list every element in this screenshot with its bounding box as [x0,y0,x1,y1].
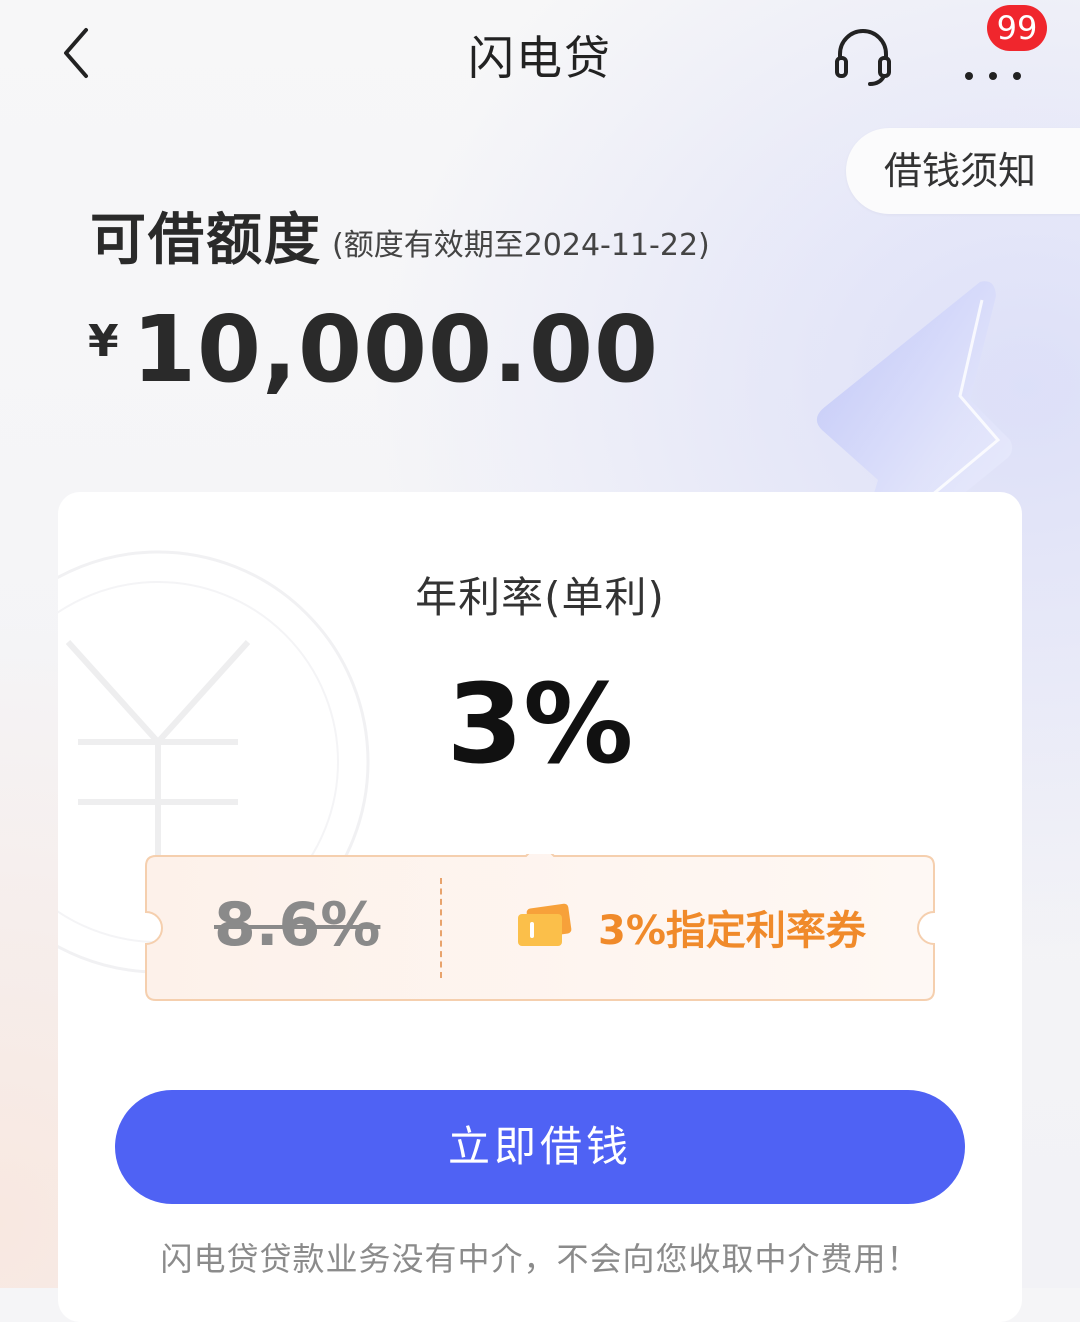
back-button[interactable] [48,18,108,88]
quota-label: 可借额度 [90,208,322,273]
original-rate: 8.6% [214,890,381,960]
currency-symbol: ¥ [88,316,119,367]
ticket-icon [518,903,572,946]
disclaimer-text: 闪电贷贷款业务没有中介，不会向您收取中介费用！ [160,1240,920,1278]
annual-rate-value: 3% [446,660,634,788]
notification-badge: 99 [987,5,1047,51]
coupon-label: 3%指定利率券 [598,908,866,954]
quota-expiry: (额度有效期至2024-11-22) [332,228,710,263]
rate-card: 年利率(单利) 3% 8.6% 3%指定利率券 立即借钱 闪电贷贷款业务没有中介… [58,492,1022,1322]
customer-service-button[interactable] [828,20,898,90]
chevron-left-icon [64,28,88,78]
borrow-notice-button[interactable]: 借钱须知 [846,128,1080,214]
quota-amount: 10,000.00 [132,296,659,403]
coupon-divider [440,878,442,978]
borrow-now-button[interactable]: 立即借钱 [115,1090,965,1204]
rate-coupon[interactable]: 8.6% 3%指定利率券 [144,854,936,1002]
headset-icon [835,29,891,86]
annual-rate-label: 年利率(单利) [415,573,665,622]
page-title: 闪电贷 [468,31,612,85]
top-navigation-bar: 闪电贷 99 [0,0,1080,110]
